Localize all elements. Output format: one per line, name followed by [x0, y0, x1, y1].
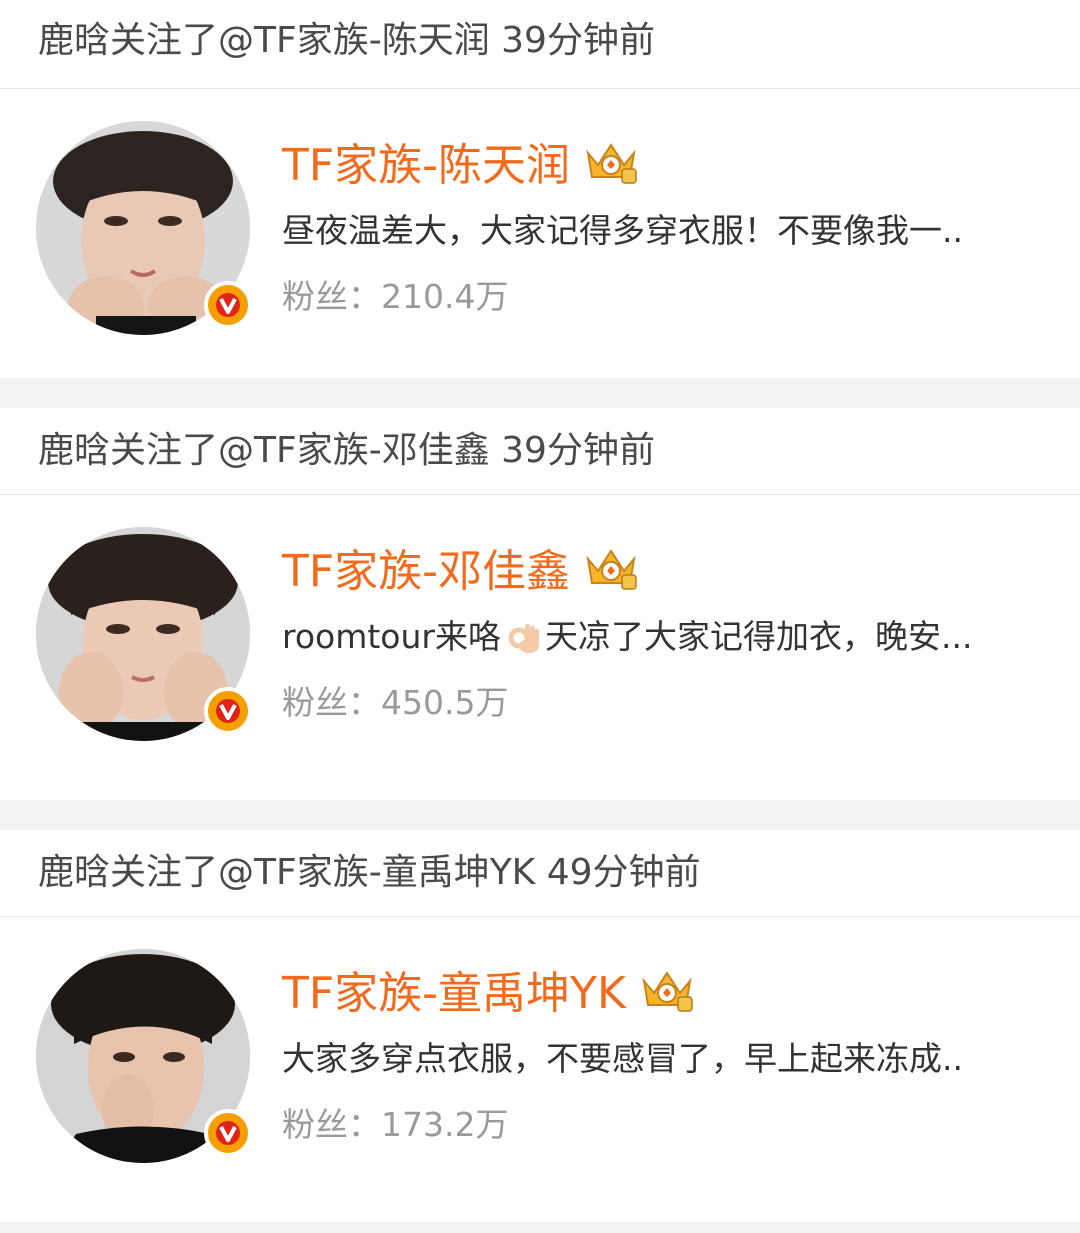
- verified-v-icon: [204, 281, 252, 329]
- user-description: roomtour来咯 天凉了大家记得加衣，晚安...: [282, 613, 1040, 661]
- user-info: TF家族-邓佳鑫 roomtour来咯 天凉了大家记得加衣，晚安... 粉丝：4…: [282, 535, 1040, 727]
- feed-card: 鹿晗关注了@TF家族-陈天润 39分钟前 TF家族-陈天润 昼夜温差大，大家记得…: [0, 0, 1080, 378]
- fans-count: 粉丝：210.4万: [282, 273, 1040, 321]
- activity-line[interactable]: 鹿晗关注了@TF家族-童禹坤YK 49分钟前: [0, 830, 1080, 917]
- feed-card: 鹿晗关注了@TF家族-邓佳鑫 39分钟前 TF家族-邓佳鑫 roomtour来咯…: [0, 408, 1080, 800]
- description-text: roomtour来咯: [282, 617, 501, 656]
- user-name[interactable]: TF家族-邓佳鑫: [282, 535, 570, 599]
- ok-hand-emoji: [508, 624, 539, 653]
- name-line: TF家族-童禹坤YK: [282, 957, 1040, 1021]
- fans-label: 粉丝：: [282, 277, 381, 316]
- activity-line[interactable]: 鹿晗关注了@TF家族-邓佳鑫 39分钟前: [0, 408, 1080, 495]
- feed-card: 鹿晗关注了@TF家族-童禹坤YK 49分钟前 TF家族-童禹坤YK 大家多穿点衣…: [0, 830, 1080, 1222]
- fans-value: 210.4万: [381, 277, 509, 316]
- user-info: TF家族-陈天润 昼夜温差大，大家记得多穿衣服！不要像我一.. 粉丝：210.4…: [282, 129, 1040, 321]
- user-name[interactable]: TF家族-陈天润: [282, 129, 570, 193]
- name-line: TF家族-陈天润: [282, 129, 1040, 193]
- avatar[interactable]: [36, 949, 252, 1163]
- user-name[interactable]: TF家族-童禹坤YK: [282, 957, 626, 1021]
- follow-activity-feed: 鹿晗关注了@TF家族-陈天润 39分钟前 TF家族-陈天润 昼夜温差大，大家记得…: [0, 0, 1080, 1233]
- verified-v-icon: [204, 1109, 252, 1157]
- fans-value: 173.2万: [381, 1105, 509, 1144]
- fans-count: 粉丝：450.5万: [282, 679, 1040, 727]
- crown-level-icon: [586, 549, 637, 590]
- verified-v-icon: [204, 687, 252, 735]
- user-row[interactable]: TF家族-童禹坤YK 大家多穿点衣服，不要感冒了，早上起来冻成.. 粉丝：173…: [0, 917, 1080, 1207]
- fans-value: 450.5万: [381, 683, 509, 722]
- description-text-continued: 天凉了大家记得加衣，晚安...: [544, 617, 973, 656]
- user-row[interactable]: TF家族-陈天润 昼夜温差大，大家记得多穿衣服！不要像我一.. 粉丝：210.4…: [0, 89, 1080, 379]
- user-info: TF家族-童禹坤YK 大家多穿点衣服，不要感冒了，早上起来冻成.. 粉丝：173…: [282, 957, 1040, 1149]
- name-line: TF家族-邓佳鑫: [282, 535, 1040, 599]
- avatar[interactable]: [36, 527, 252, 741]
- fans-count: 粉丝：173.2万: [282, 1101, 1040, 1149]
- avatar[interactable]: [36, 121, 252, 335]
- user-description: 大家多穿点衣服，不要感冒了，早上起来冻成..: [282, 1039, 963, 1078]
- user-row[interactable]: TF家族-邓佳鑫 roomtour来咯 天凉了大家记得加衣，晚安... 粉丝：4…: [0, 495, 1080, 785]
- crown-level-icon: [586, 143, 637, 184]
- user-description: 昼夜温差大，大家记得多穿衣服！不要像我一..: [282, 211, 963, 250]
- crown-level-icon: [642, 971, 693, 1012]
- activity-line[interactable]: 鹿晗关注了@TF家族-陈天润 39分钟前: [0, 0, 1080, 89]
- fans-label: 粉丝：: [282, 683, 381, 722]
- fans-label: 粉丝：: [282, 1105, 381, 1144]
